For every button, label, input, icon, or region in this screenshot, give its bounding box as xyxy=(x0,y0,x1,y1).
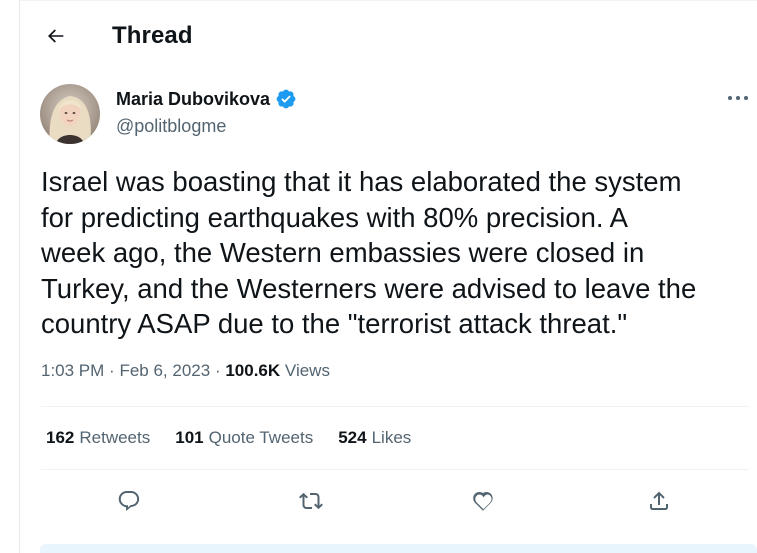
verified-badge-icon xyxy=(275,88,297,110)
reply-composer-edge[interactable] xyxy=(40,544,757,553)
quotes-label: Quote Tweets xyxy=(208,428,314,447)
tweet-actions xyxy=(41,481,749,521)
column-border xyxy=(19,0,20,553)
arrow-left-icon xyxy=(48,29,64,43)
more-horizontal-icon xyxy=(728,96,748,100)
like-button[interactable] xyxy=(463,481,503,521)
avatar[interactable] xyxy=(40,84,100,144)
tweet-date[interactable]: Feb 6, 2023 xyxy=(119,361,210,381)
views-label: Views xyxy=(284,361,330,380)
like-icon xyxy=(473,492,493,511)
tweet-text: Israel was boasting that it has elaborat… xyxy=(41,166,697,339)
quotes-count: 101 xyxy=(175,428,204,447)
page-title: Thread xyxy=(112,22,193,49)
tweet-author: Maria Dubovikova @politblogme xyxy=(116,88,297,137)
likes-count: 524 xyxy=(338,428,367,447)
divider xyxy=(41,469,749,470)
quote-tweets-stat[interactable]: 101 Quote Tweets xyxy=(175,428,313,448)
tweet-metadata: 1:03 PM · Feb 6, 2023 · 100.6K Views xyxy=(41,361,330,381)
tweet-time[interactable]: 1:03 PM xyxy=(41,361,104,381)
share-button[interactable] xyxy=(639,481,679,521)
views-count: 100.6K xyxy=(225,361,281,380)
back-button[interactable] xyxy=(42,22,70,50)
retweet-icon xyxy=(299,492,323,510)
tweet-thread-view: Thread Maria Dubovikova @politblogme Isr… xyxy=(0,0,757,553)
author-handle[interactable]: @politblogme xyxy=(116,116,297,137)
retweets-count: 162 xyxy=(46,428,75,447)
retweets-stat[interactable]: 162 Retweets xyxy=(46,428,150,448)
share-icon xyxy=(650,491,668,510)
thread-header: Thread xyxy=(20,12,757,60)
divider xyxy=(41,406,749,407)
reply-icon xyxy=(118,491,140,511)
retweet-button[interactable] xyxy=(291,481,331,521)
more-options-button[interactable] xyxy=(722,88,754,108)
likes-label: Likes xyxy=(371,428,412,447)
reply-button[interactable] xyxy=(109,481,149,521)
likes-stat[interactable]: 524 Likes xyxy=(338,428,411,448)
top-border xyxy=(19,0,757,1)
engagement-stats: 162 Retweets 101 Quote Tweets 524 Likes xyxy=(46,428,411,448)
author-name[interactable]: Maria Dubovikova xyxy=(116,89,270,110)
retweets-label: Retweets xyxy=(79,428,151,447)
